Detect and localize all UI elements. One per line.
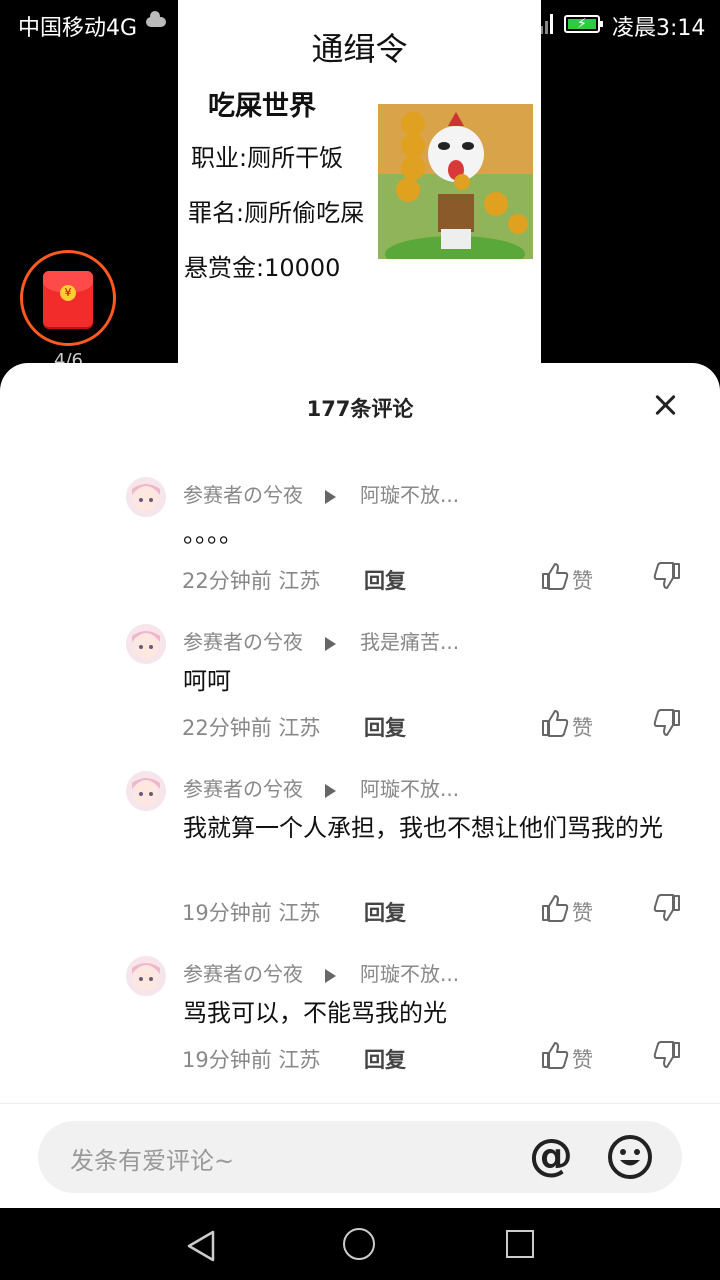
at-mention-icon[interactable]: @ [526,1131,576,1181]
like-label: 赞 [572,1048,593,1072]
thumbs-up-icon [542,710,569,737]
clock: 凌晨3:14 [612,16,706,41]
cloud-icon [146,11,166,27]
like-button[interactable]: 赞 [540,1040,600,1072]
comment-text: 呵呵 [183,667,231,695]
dislike-button[interactable] [652,1040,684,1072]
dislike-button[interactable] [652,561,684,593]
comment-time-location: 22分钟前 江苏 [182,716,321,740]
comment-time-location: 19分钟前 江苏 [182,901,321,925]
like-button[interactable]: 赞 [540,893,600,925]
reply-arrow-icon [325,968,336,983]
home-icon[interactable] [343,1228,375,1260]
comment-meta: 参赛者の兮夜 阿璇不放... [183,958,459,987]
signal-icon [540,14,554,34]
avatar[interactable] [126,624,166,664]
reply-target[interactable]: 我是痛苦... [360,630,459,654]
comment-meta: 参赛者の兮夜 阿璇不放... [183,479,459,508]
comment-author[interactable]: 参赛者の兮夜 [183,483,303,507]
reply-button[interactable]: 回复 [364,1044,406,1074]
comments-sheet: 177条评论 参赛者の兮夜阿璇不放... 。。。。 22分钟前 江苏 回复 赞 [0,363,720,1208]
reply-arrow-icon [325,783,336,798]
poster-job: 职业:厕所干饭 [191,144,344,172]
comment-author[interactable]: 参赛者の兮夜 [183,630,303,654]
reply-arrow-icon [325,489,336,504]
like-button[interactable]: 赞 [540,708,600,740]
comment-author[interactable]: 参赛者の兮夜 [183,962,303,986]
poster-crime: 罪名:厕所偷吃屎 [188,199,365,227]
red-packet-button[interactable]: ¥ [20,250,116,346]
comment-time-location: 19分钟前 江苏 [182,1048,321,1072]
wanted-character-image [378,104,533,259]
thumbs-up-icon [542,563,569,590]
thumbs-down-icon [653,562,680,589]
red-envelope-icon: ¥ [43,271,93,327]
comment-input[interactable]: 发条有爱评论~ @ [38,1121,682,1193]
battery-icon: ⚡ [564,15,603,33]
recent-apps-icon[interactable] [506,1230,534,1258]
comment-input-bar: 发条有爱评论~ @ [0,1103,720,1209]
comment-time-location: 22分钟前 江苏 [182,569,321,593]
wanted-poster: 通缉令 吃屎世界 职业:厕所干饭 罪名:厕所偷吃屎 悬赏金:10000 [178,0,541,370]
comment-meta: 参赛者の兮夜 我是痛苦... [183,626,459,655]
dislike-button[interactable] [652,893,684,925]
close-icon[interactable] [652,391,680,419]
comment-text: 。。。。 [183,520,243,548]
thumbs-up-icon [542,1042,569,1069]
like-label: 赞 [572,716,593,740]
poster-name: 吃屎世界 [208,91,316,122]
dislike-button[interactable] [652,708,684,740]
system-nav-bar [0,1208,720,1280]
carrier-label: 中国移动4G [18,16,138,41]
like-button[interactable]: 赞 [540,561,600,593]
like-label: 赞 [572,569,593,593]
comment-text: 骂我可以，不能骂我的光 [183,999,447,1027]
avatar[interactable] [126,956,166,996]
comments-count-title: 177条评论 [306,397,414,421]
thumbs-down-icon [653,1041,680,1068]
comment-author[interactable]: 参赛者の兮夜 [183,777,303,801]
thumbs-down-icon [653,709,680,736]
poster-bounty: 悬赏金:10000 [184,254,341,282]
comment-input-placeholder: 发条有爱评论~ [70,1147,235,1175]
reply-button[interactable]: 回复 [364,712,406,742]
thumbs-up-icon [542,895,569,922]
like-label: 赞 [572,901,593,925]
back-icon[interactable] [186,1230,216,1266]
comment-meta: 参赛者の兮夜 阿璇不放... [183,773,459,802]
reply-button[interactable]: 回复 [364,565,406,595]
comment-text: 我就算一个人承担，我也不想让他们骂我的光 [183,814,663,842]
avatar[interactable] [126,477,166,517]
reply-target[interactable]: 阿璇不放... [360,962,459,986]
reply-target[interactable]: 阿璇不放... [360,777,459,801]
emoji-icon[interactable] [606,1133,654,1181]
avatar[interactable] [126,771,166,811]
reply-arrow-icon [325,636,336,651]
poster-title: 通缉令 [311,30,408,68]
reply-button[interactable]: 回复 [364,897,406,927]
reply-target[interactable]: 阿璇不放... [360,483,459,507]
thumbs-down-icon [653,894,680,921]
